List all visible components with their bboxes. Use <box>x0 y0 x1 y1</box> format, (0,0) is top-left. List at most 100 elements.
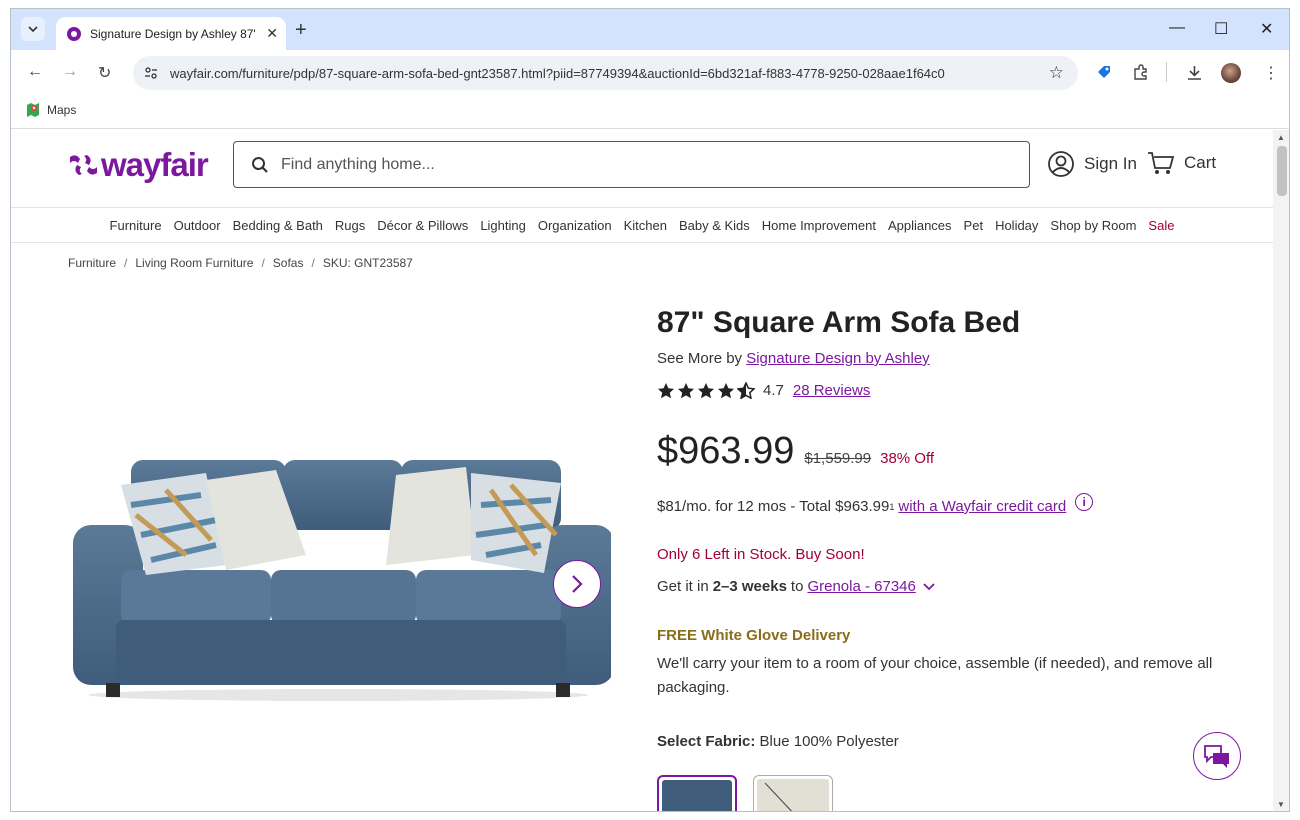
chat-button[interactable] <box>1193 732 1241 780</box>
category-nav: Furniture Outdoor Bedding & Bath Rugs Dé… <box>11 208 1273 243</box>
cart-label: Cart <box>1184 153 1217 172</box>
finance-footnote: 1 <box>889 501 895 512</box>
scroll-down-icon[interactable]: ▼ <box>1277 800 1285 809</box>
swatch-fill <box>757 779 829 811</box>
active-tab[interactable]: Signature Design by Ashley 87" ✕ <box>56 17 286 50</box>
see-more-prefix: See More by <box>657 350 743 367</box>
bookmark-label: Maps <box>47 103 77 117</box>
nav-home-improvement[interactable]: Home Improvement <box>756 218 882 233</box>
rating-row: 4.7 28 Reviews <box>657 382 870 399</box>
address-bar[interactable]: wayfair.com/furniture/pdp/87-square-arm-… <box>133 56 1078 90</box>
fabric-label: Select Fabric: <box>657 733 756 750</box>
reviews-link[interactable]: 28 Reviews <box>793 382 871 399</box>
cart-button[interactable]: Cart <box>1147 150 1216 176</box>
nav-pet[interactable]: Pet <box>958 218 990 233</box>
see-more-by: See More by Signature Design by Ashley <box>657 350 930 367</box>
stock-status: Only 6 Left in Stock. Buy Soon! <box>657 546 865 563</box>
delivery-time: 2–3 weeks <box>712 578 787 595</box>
reload-icon[interactable]: ↻ <box>98 63 111 83</box>
browser-window: Signature Design by Ashley 87" ✕ + — ☐ ✕… <box>10 8 1290 812</box>
nav-shop-by-room[interactable]: Shop by Room <box>1044 218 1142 233</box>
delivery-location-link[interactable]: Grenola - 67346 <box>807 578 915 595</box>
page-scrollbar[interactable]: ▲ ▼ <box>1273 130 1289 811</box>
chevron-right-icon <box>572 575 583 593</box>
price-row: $963.99 $1,559.99 38% Off <box>657 430 934 473</box>
minimize-icon[interactable]: — <box>1169 19 1185 37</box>
original-price: $1,559.99 <box>804 450 872 467</box>
close-window-icon[interactable]: ✕ <box>1260 19 1273 39</box>
nav-appliances[interactable]: Appliances <box>882 218 958 233</box>
close-tab-icon[interactable]: ✕ <box>266 25 278 42</box>
delivery-prefix: Get it in <box>657 578 709 595</box>
scroll-thumb[interactable] <box>1277 146 1287 196</box>
nav-organization[interactable]: Organization <box>532 218 618 233</box>
nav-decor-pillows[interactable]: Décor & Pillows <box>371 218 474 233</box>
free-delivery-description: We'll carry your item to a room of your … <box>657 655 1213 696</box>
fabric-selector-label: Select Fabric: Blue 100% Polyester <box>657 733 899 750</box>
site-info-icon[interactable] <box>144 66 158 80</box>
brand-link[interactable]: Signature Design by Ashley <box>746 350 929 367</box>
site-search-box[interactable] <box>233 141 1030 188</box>
nav-lighting[interactable]: Lighting <box>474 218 532 233</box>
breadcrumb-separator: / <box>311 256 315 270</box>
financing-row: $81/mo. for 12 mos - Total $963.99 1 wit… <box>657 492 1094 515</box>
finance-text: $81/mo. for 12 mos - Total $963.99 <box>657 498 890 515</box>
nav-furniture[interactable]: Furniture <box>104 218 168 233</box>
nav-outdoor[interactable]: Outdoor <box>168 218 227 233</box>
back-icon[interactable]: ← <box>27 63 43 81</box>
sale-price: $963.99 <box>657 430 795 472</box>
bookmark-maps[interactable]: Maps <box>25 102 76 118</box>
chevron-down-icon[interactable] <box>923 582 935 591</box>
star-full-icon <box>678 383 694 399</box>
nav-bedding-bath[interactable]: Bedding & Bath <box>227 218 329 233</box>
maps-icon <box>27 103 39 117</box>
maximize-icon[interactable]: ☐ <box>1214 19 1228 39</box>
star-half-icon <box>737 382 755 399</box>
extensions-puzzle-icon[interactable] <box>1132 64 1149 81</box>
nav-holiday[interactable]: Holiday <box>989 218 1044 233</box>
credit-card-link[interactable]: with a Wayfair credit card <box>898 498 1066 515</box>
menu-dots-icon[interactable]: ⋮ <box>1263 63 1279 83</box>
star-full-icon <box>698 383 714 399</box>
breadcrumb-sofas[interactable]: Sofas <box>273 256 304 270</box>
page-content: wayfair Sign In Cart Furniture Outdoor B… <box>11 130 1273 811</box>
bookmark-star-icon[interactable]: ☆ <box>1049 63 1064 83</box>
chat-icon <box>1204 745 1229 768</box>
cart-icon <box>1148 152 1175 174</box>
toolbar-divider <box>1166 62 1167 82</box>
breadcrumb-sku: SKU: GNT23587 <box>322 256 413 270</box>
free-delivery-title: FREE White Glove Delivery <box>657 627 851 644</box>
carousel-next-button[interactable] <box>553 560 601 608</box>
sign-in-button[interactable]: Sign In <box>1047 150 1137 178</box>
discount-badge: 38% Off <box>880 450 935 467</box>
product-image[interactable] <box>66 455 611 705</box>
scroll-up-icon[interactable]: ▲ <box>1277 133 1285 142</box>
fabric-swatch-beige[interactable] <box>753 775 833 811</box>
search-input[interactable] <box>281 142 1001 187</box>
nav-kitchen[interactable]: Kitchen <box>618 218 673 233</box>
download-icon[interactable] <box>1186 64 1203 81</box>
nav-sale[interactable]: Sale <box>1142 218 1180 233</box>
bookmarks-bar: Maps <box>11 97 1289 129</box>
tab-title: Signature Design by Ashley 87" <box>90 26 255 41</box>
breadcrumb-living-room[interactable]: Living Room Furniture <box>135 256 253 270</box>
breadcrumb-furniture[interactable]: Furniture <box>68 256 116 270</box>
breadcrumb: Furniture / Living Room Furniture / Sofa… <box>68 256 413 270</box>
extension-tag-icon[interactable] <box>1096 64 1112 80</box>
tab-search-button[interactable] <box>21 17 45 41</box>
account-icon <box>1048 151 1074 177</box>
fabric-swatch-blue[interactable] <box>657 775 737 811</box>
search-icon <box>252 157 268 173</box>
wayfair-logo[interactable]: wayfair <box>67 146 209 184</box>
tab-strip: Signature Design by Ashley 87" ✕ + — ☐ ✕ <box>11 9 1289 50</box>
wayfair-pinwheel-icon <box>70 155 97 175</box>
new-tab-icon[interactable]: + <box>295 19 307 42</box>
star-full-icon <box>658 383 674 399</box>
info-icon[interactable]: i <box>1075 492 1094 511</box>
forward-icon[interactable]: → <box>62 63 78 81</box>
profile-avatar[interactable] <box>1221 63 1241 83</box>
nav-rugs[interactable]: Rugs <box>329 218 371 233</box>
rating-value: 4.7 <box>763 382 784 399</box>
nav-baby-kids[interactable]: Baby & Kids <box>673 218 756 233</box>
logo-text: wayfair <box>101 146 209 183</box>
